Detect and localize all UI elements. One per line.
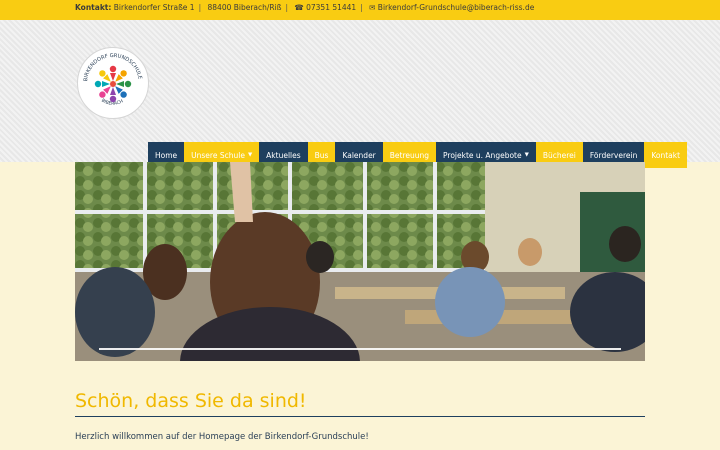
nav-item-label: Bus — [314, 150, 329, 160]
nav-item-kontakt[interactable]: Kontakt — [644, 142, 688, 168]
caret-down-icon: ▼ — [524, 152, 529, 158]
contact-info: Kontakt: Birkendorfer Straße 1 | 88400 Bi… — [75, 3, 535, 12]
main-content: Schön, dass Sie da sind! Herzlich willko… — [75, 390, 645, 442]
nav-item-label: Förderverein — [589, 150, 638, 160]
nav-item-label: Home — [155, 150, 178, 160]
heading-divider — [75, 416, 645, 417]
site-header: BIRKENDORF GRUNDSCHULE BIBERACH Home Unse… — [0, 20, 720, 168]
slider-progress-bar — [99, 348, 621, 350]
school-logo[interactable]: BIRKENDORF GRUNDSCHULE BIBERACH — [77, 47, 149, 119]
welcome-heading: Schön, dass Sie da sind! — [75, 390, 307, 412]
nav-item-label: Aktuelles — [266, 150, 301, 160]
nav-item-label: Betreuung — [389, 150, 430, 160]
contact-topbar: Kontakt: Birkendorfer Straße 1 | 88400 Bi… — [0, 0, 720, 20]
hero-slider[interactable] — [75, 162, 645, 361]
contact-phone[interactable]: ☎ 07351 51441 — [294, 3, 356, 12]
caret-down-icon: ▼ — [247, 152, 253, 158]
nav-item-label: Kontakt — [651, 150, 681, 160]
contact-email[interactable]: ✉ Birkendorf-Grundschule@biberach-riss.d… — [369, 3, 534, 12]
logo-emblem-icon: BIRKENDORF GRUNDSCHULE BIBERACH — [83, 53, 143, 107]
classroom-photo — [75, 162, 645, 361]
intro-text: Herzlich willkommen auf der Homepage der… — [75, 432, 369, 442]
nav-item-label: Projekte u. Angebote — [443, 150, 522, 160]
nav-item-label: Unsere Schule — [191, 150, 245, 160]
contact-city: 88400 Biberach/Riß — [207, 3, 282, 12]
contact-label: Kontakt: — [75, 3, 112, 12]
contact-address: Birkendorfer Straße 1 — [113, 3, 195, 12]
nav-item-label: Kalender — [342, 150, 376, 160]
nav-item-label: Bücherei — [542, 150, 576, 160]
